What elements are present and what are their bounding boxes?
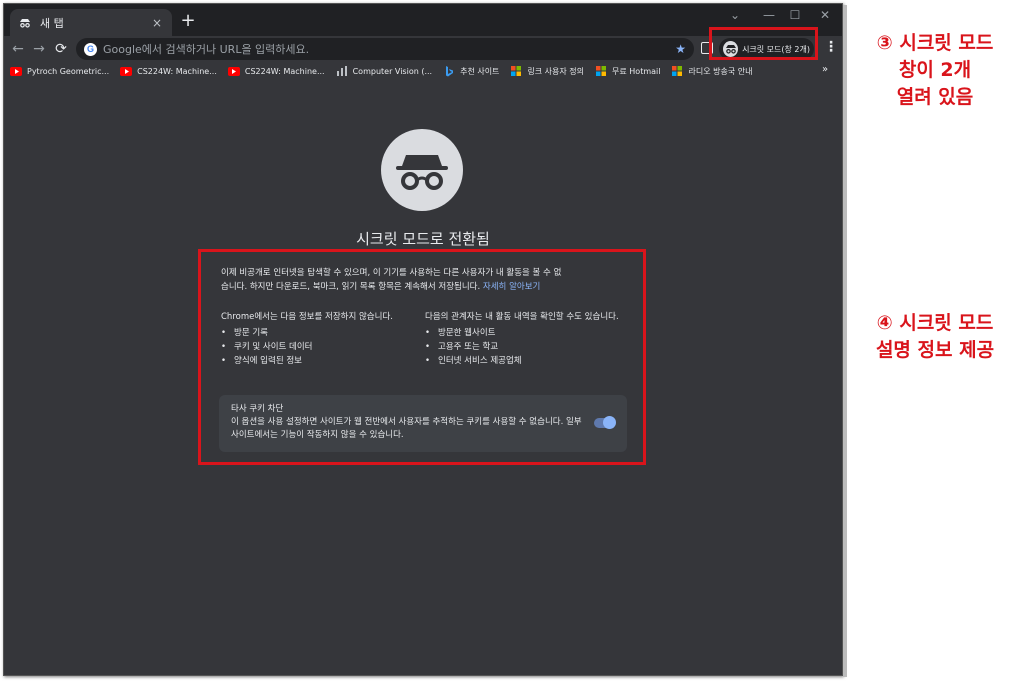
toggle-knob (603, 416, 616, 429)
third-party-cookie-card: 타사 쿠키 차단 이 옵션을 사용 설정하면 사이트가 웹 전반에서 사용자를 … (219, 395, 627, 452)
info-columns: Chrome에서는 다음 정보를 저장하지 않습니다. 방문 기록 쿠키 및 사… (221, 310, 629, 368)
cookie-title: 타사 쿠키 차단 (231, 404, 284, 414)
chart-icon (336, 66, 348, 76)
list-item: 방문 기록 (221, 326, 425, 340)
bookmark-label: 무료 Hotmail (612, 66, 661, 76)
intro-line: 습니다. 하지만 다운로드, 북마크, 읽기 목록 항목은 계속해서 저장됩니다… (221, 282, 481, 292)
bookmark-item[interactable]: 추천 사이트 (443, 65, 500, 77)
incognito-info-highlight: 이제 비공개로 인터넷을 탐색할 수 있으며, 이 기기를 사용하는 다른 사용… (198, 249, 646, 465)
bookmark-item[interactable]: CS224W: Machine... (120, 66, 217, 76)
windows-icon (595, 66, 607, 76)
bookmark-star-icon[interactable]: ★ (675, 42, 686, 56)
annotation-line: 열려 있음 (896, 86, 974, 108)
address-bar-placeholder[interactable]: Google에서 검색하거나 URL을 입력하세요. (103, 41, 675, 57)
annotation-line: ④ 시크릿 모드 (876, 312, 994, 334)
bookmark-label: Computer Vision (... (352, 66, 433, 76)
bookmark-label: 링크 사용자 정의 (527, 66, 585, 76)
annotation-4: ④ 시크릿 모드 설명 정보 제공 (852, 310, 1018, 364)
incognito-info: 이제 비공개로 인터넷을 탐색할 수 있으며, 이 기기를 사용하는 다른 사용… (221, 266, 629, 368)
incognito-page: 시크릿 모드로 전환됨 이제 비공개로 인터넷을 탐색할 수 있으며, 이 기기… (4, 80, 842, 675)
list-item: 방문한 웹사이트 (425, 326, 629, 340)
bookmark-label: CS224W: Machine... (137, 66, 217, 76)
tab-search-chevron-icon[interactable]: ⌄ (724, 8, 746, 22)
bookmark-label: 추천 사이트 (460, 66, 500, 76)
incognito-tab-icon (18, 16, 32, 30)
tab-new-tab[interactable]: 새 탭 × (10, 9, 172, 36)
back-button[interactable]: ← (9, 40, 27, 58)
intro-line: 이제 비공개로 인터넷을 탐색할 수 있으며, 이 기기를 사용하는 다른 사용… (221, 268, 562, 278)
youtube-icon (120, 66, 133, 76)
annotation-line: 창이 2개 (898, 59, 972, 81)
list-item: 인터넷 서비스 제공업체 (425, 354, 629, 368)
list-item: 양식에 입력된 정보 (221, 354, 425, 368)
bookmark-label: 라디오 방송국 안내 (688, 66, 753, 76)
bing-icon (443, 65, 455, 76)
not-saved-column: Chrome에서는 다음 정보를 저장하지 않습니다. 방문 기록 쿠키 및 사… (221, 310, 425, 368)
google-icon: G (84, 42, 97, 56)
annotation-3: ③ 시크릿 모드 창이 2개 열려 있음 (852, 30, 1018, 111)
tab-title: 새 탭 (40, 16, 64, 30)
block-cookies-toggle[interactable] (594, 416, 616, 429)
bookmarks-bar: Pytroch Geometric... CS224W: Machine... … (4, 62, 842, 80)
bookmark-item[interactable]: 라디오 방송국 안내 (671, 66, 752, 77)
incognito-spy-icon (381, 129, 463, 211)
address-bar[interactable]: G Google에서 검색하거나 URL을 입력하세요. ★ (76, 38, 694, 60)
bookmark-item[interactable]: Computer Vision (... (336, 66, 433, 76)
bookmark-item[interactable]: 링크 사용자 정의 (510, 66, 584, 77)
page-title: 시크릿 모드로 전환됨 (356, 230, 490, 248)
visible-to-column: 다음의 관계자는 내 활동 내역을 확인할 수도 있습니다. 방문한 웹사이트 … (425, 310, 629, 368)
windows-icon (510, 66, 522, 76)
visible-to-heading: 다음의 관계자는 내 활동 내역을 확인할 수도 있습니다. (425, 312, 619, 322)
youtube-icon (10, 66, 22, 76)
windows-icon (671, 66, 683, 76)
list-item: 고용주 또는 학교 (425, 340, 629, 354)
incognito-button-highlight (709, 27, 818, 60)
forward-button[interactable]: → (30, 40, 48, 58)
annotation-line: 설명 정보 제공 (875, 339, 995, 361)
annotation-line: ③ 시크릿 모드 (876, 32, 994, 54)
bookmark-item[interactable]: 무료 Hotmail (595, 66, 660, 77)
tab-close-icon[interactable]: × (150, 16, 164, 30)
bookmark-label: CS224W: Machine... (244, 66, 325, 76)
learn-more-link[interactable]: 자세히 알아보기 (483, 282, 540, 292)
menu-icon[interactable]: ⋮ (824, 39, 838, 55)
minimize-button[interactable]: — (758, 8, 780, 22)
bookmark-item[interactable]: Pytroch Geometric... (10, 66, 110, 76)
bookmark-label: Pytroch Geometric... (27, 66, 110, 76)
new-tab-button[interactable]: + (178, 12, 198, 30)
not-saved-heading: Chrome에서는 다음 정보를 저장하지 않습니다. (221, 312, 393, 322)
close-window-button[interactable]: ✕ (814, 8, 836, 22)
reload-button[interactable]: ⟳ (52, 40, 70, 58)
cookie-description: 이 옵션을 사용 설정하면 사이트가 웹 전반에서 사용자를 추적하는 쿠키를 … (231, 417, 582, 440)
youtube-icon (227, 66, 240, 76)
maximize-button[interactable]: ☐ (784, 8, 806, 22)
window-shadow (843, 5, 847, 677)
intro-text: 이제 비공개로 인터넷을 탐색할 수 있으며, 이 기기를 사용하는 다른 사용… (221, 266, 629, 294)
more-bookmarks-icon[interactable]: » (822, 64, 828, 75)
browser-window: 새 탭 × + ⌄ — ☐ ✕ ← → ⟳ G Google에서 검색하거나 U… (3, 3, 843, 676)
list-item: 쿠키 및 사이트 데이터 (221, 340, 425, 354)
bookmark-item[interactable]: CS224W: Machine... (227, 66, 325, 76)
